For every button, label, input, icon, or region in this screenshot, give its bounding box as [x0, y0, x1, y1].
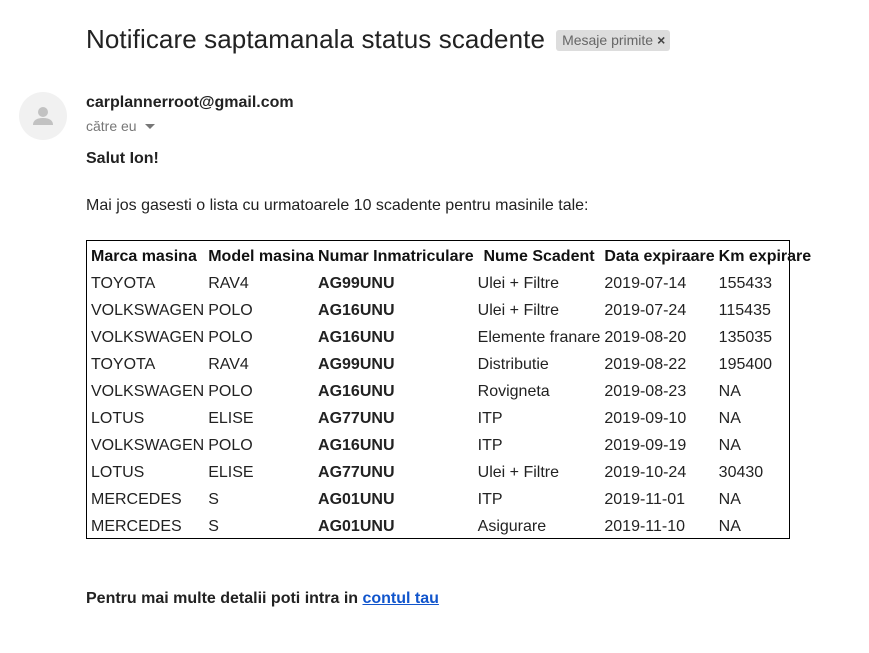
cell-model: ELISE — [208, 464, 254, 481]
cell-expiry-date: 2019-08-20 — [604, 329, 687, 346]
cell-deadline-name: Ulei + Filtre — [477, 464, 559, 481]
cell-expiry-date: 2019-08-23 — [604, 383, 687, 400]
table-row: VOLKSWAGEN POLO AG16UNU Ulei + Filtre 20… — [89, 297, 813, 324]
table-row: TOYOTA RAV4 AG99UNU Ulei + Filtre 2019-0… — [89, 270, 813, 297]
cell-deadline-name: Rovigneta — [477, 383, 550, 400]
cell-expiry-date: 2019-08-22 — [604, 356, 687, 373]
table-row: MERCEDES S AG01UNU ITP 2019-11-01 NA — [89, 486, 813, 513]
cell-expiry-date: 2019-10-24 — [604, 464, 687, 481]
cell-expiry-km: 135035 — [718, 329, 773, 346]
cell-brand: VOLKSWAGEN — [91, 302, 205, 319]
cell-expiry-km: NA — [718, 437, 741, 454]
cell-deadline-name: ITP — [477, 410, 503, 427]
cell-brand: TOYOTA — [91, 275, 156, 292]
cell-expiry-km: 155433 — [718, 275, 773, 292]
header-expiry-km: Km expirare — [718, 248, 812, 265]
greeting: Salut Ion! — [86, 150, 159, 167]
cell-deadline-name: Distributie — [477, 356, 549, 373]
intro-text: Mai jos gasesti o lista cu urmatoarele 1… — [86, 197, 589, 214]
cell-model: RAV4 — [208, 275, 249, 292]
cell-brand: LOTUS — [91, 410, 145, 427]
cell-deadline-name: Asigurare — [477, 518, 547, 535]
inbox-label-text: Mesaje primite — [562, 32, 654, 48]
cell-plate: AG99UNU — [318, 356, 395, 373]
cell-brand: VOLKSWAGEN — [91, 437, 205, 454]
inbox-label-chip[interactable]: Mesaje primite × — [556, 30, 671, 51]
account-link[interactable]: contul tau — [362, 590, 438, 607]
table-row: TOYOTA RAV4 AG99UNU Distributie 2019-08-… — [89, 351, 813, 378]
cell-expiry-km: 195400 — [718, 356, 773, 373]
person-icon — [33, 107, 53, 125]
cell-expiry-km: NA — [718, 518, 741, 535]
cell-deadline-name: Ulei + Filtre — [477, 302, 559, 319]
cell-expiry-km: NA — [718, 410, 741, 427]
cell-model: POLO — [208, 383, 253, 400]
remove-label-icon[interactable]: × — [657, 32, 665, 48]
header-brand: Marca masina — [91, 248, 197, 265]
cell-plate: AG77UNU — [318, 410, 395, 427]
table-row: VOLKSWAGEN POLO AG16UNU Rovigneta 2019-0… — [89, 378, 813, 405]
header-expiry-date: Data expiraare — [604, 248, 715, 265]
cell-brand: MERCEDES — [91, 491, 182, 508]
table-header-row: Marca masina Model masina Numar Inmatric… — [89, 243, 813, 270]
cell-plate: AG77UNU — [318, 464, 395, 481]
cell-model: POLO — [208, 437, 253, 454]
recipient-text: către eu — [86, 118, 137, 134]
table-row: LOTUS ELISE AG77UNU ITP 2019-09-10 NA — [89, 405, 813, 432]
cell-brand: LOTUS — [91, 464, 145, 481]
deadlines-table: Marca masina Model masina Numar Inmatric… — [89, 243, 813, 540]
cell-expiry-km: 115435 — [718, 302, 771, 319]
cell-brand: VOLKSWAGEN — [91, 383, 205, 400]
cell-plate: AG16UNU — [318, 437, 395, 454]
cell-plate: AG16UNU — [318, 383, 395, 400]
cell-expiry-km: NA — [718, 383, 741, 400]
chevron-down-icon[interactable] — [144, 123, 155, 129]
cell-expiry-date: 2019-07-24 — [604, 302, 687, 319]
cell-model: S — [208, 491, 219, 508]
subject-row: Notificare saptamanala status scadente M… — [86, 24, 671, 55]
table-row: VOLKSWAGEN POLO AG16UNU ITP 2019-09-19 N… — [89, 432, 813, 459]
header-plate: Numar Inmatriculare — [318, 248, 474, 265]
cell-expiry-date: 2019-09-19 — [604, 437, 687, 454]
cell-brand: TOYOTA — [91, 356, 156, 373]
deadlines-table-frame: Marca masina Model masina Numar Inmatric… — [86, 240, 811, 539]
cell-plate: AG01UNU — [318, 491, 395, 508]
cell-deadline-name: ITP — [477, 491, 503, 508]
cell-deadline-name: ITP — [477, 437, 503, 454]
cell-plate: AG16UNU — [318, 329, 395, 346]
cell-model: POLO — [208, 329, 253, 346]
header-model: Model masina — [208, 248, 315, 265]
recipient-details-toggle[interactable]: către eu — [86, 118, 155, 134]
cell-model: POLO — [208, 302, 253, 319]
cell-model: S — [208, 518, 219, 535]
table-row: VOLKSWAGEN POLO AG16UNU Elemente franare… — [89, 324, 813, 351]
sender-email: carplannerroot@gmail.com — [86, 94, 294, 111]
cell-deadline-name: Elemente franare — [477, 329, 601, 346]
footer-text: Pentru mai multe detalii poti intra in c… — [86, 590, 439, 608]
cell-expiry-date: 2019-07-14 — [604, 275, 687, 292]
table-row: LOTUS ELISE AG77UNU Ulei + Filtre 2019-1… — [89, 459, 813, 486]
cell-plate: AG16UNU — [318, 302, 395, 319]
cell-brand: MERCEDES — [91, 518, 182, 535]
cell-expiry-date: 2019-11-10 — [604, 518, 686, 535]
cell-model: ELISE — [208, 410, 254, 427]
email-subject: Notificare saptamanala status scadente — [86, 24, 546, 54]
cell-expiry-date: 2019-11-01 — [604, 491, 686, 508]
cell-expiry-date: 2019-09-10 — [604, 410, 687, 427]
cell-expiry-km: NA — [718, 491, 741, 508]
header-deadline-name: Nume Scadent — [483, 248, 595, 265]
sender-avatar — [19, 92, 67, 140]
cell-model: RAV4 — [208, 356, 249, 373]
cell-plate: AG01UNU — [318, 518, 395, 535]
footer-prefix: Pentru mai multe detalii poti intra in — [86, 590, 363, 607]
cell-brand: VOLKSWAGEN — [91, 329, 205, 346]
cell-deadline-name: Ulei + Filtre — [477, 275, 559, 292]
cell-expiry-km: 30430 — [718, 464, 764, 481]
cell-plate: AG99UNU — [318, 275, 395, 292]
table-row: MERCEDES S AG01UNU Asigurare 2019-11-10 … — [89, 513, 813, 540]
